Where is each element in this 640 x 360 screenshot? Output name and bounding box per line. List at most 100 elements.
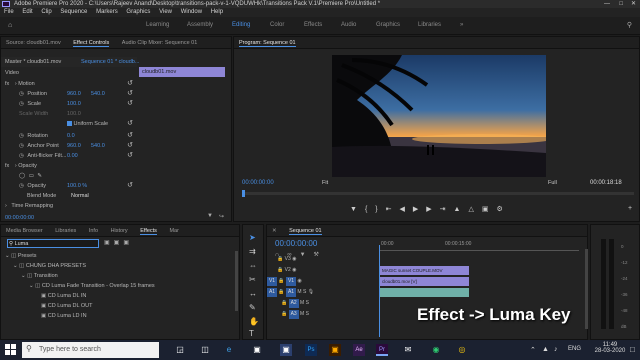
lock-icon[interactable]: 🔒 xyxy=(278,278,284,284)
photoshop-icon[interactable]: Ps xyxy=(305,344,317,356)
filter-icon[interactable]: ▼ xyxy=(207,213,213,219)
chevron-down-icon[interactable]: ⌄ xyxy=(21,273,26,279)
stopwatch-icon[interactable]: ◷ xyxy=(19,143,24,149)
add-marker-icon[interactable]: ▼ xyxy=(350,206,365,213)
menu-window[interactable]: Window xyxy=(181,9,202,15)
tab-markers[interactable]: Mar xyxy=(169,228,178,234)
add-button[interactable]: + xyxy=(628,205,632,212)
play-icon[interactable]: ▶ xyxy=(413,206,426,213)
export-icon[interactable]: ↪ xyxy=(219,213,224,220)
scale-value[interactable]: 100.0 xyxy=(67,99,81,109)
chevron-down-icon[interactable]: ⌄ xyxy=(5,253,10,259)
tree-luma-ld-in[interactable]: CD Luma LD IN xyxy=(48,313,87,319)
master-clip-label[interactable]: Master * cloudb01.mov xyxy=(5,59,61,65)
effect-controls-timecode[interactable]: 00:00:00:00 xyxy=(1,213,137,223)
menu-edit[interactable]: Edit xyxy=(22,9,32,15)
blend-mode-select[interactable]: Normal xyxy=(71,191,89,201)
eye-icon[interactable]: ◉ xyxy=(292,256,296,262)
tab-effects[interactable]: Effects xyxy=(140,228,157,235)
time-ruler[interactable] xyxy=(379,247,579,251)
tree-luma-fade[interactable]: CD Luma Fade Transition - Overlap 15 fra… xyxy=(42,283,155,289)
network-icon[interactable]: ▲ xyxy=(542,346,549,353)
workspace-learning[interactable]: Learning xyxy=(146,22,169,28)
pen-tool-icon[interactable]: ✎ xyxy=(249,303,256,312)
accelerated-effects-icon[interactable]: ▣ xyxy=(104,240,114,246)
tree-transition[interactable]: Transition xyxy=(34,273,58,279)
language-indicator[interactable]: ENG xyxy=(568,346,581,352)
tree-luma-dl-out[interactable]: CD Luma DL OUT xyxy=(48,303,93,309)
step-forward-icon[interactable]: ▶ xyxy=(426,206,439,213)
home-icon[interactable]: ⌂ xyxy=(8,22,12,29)
playhead[interactable] xyxy=(242,190,245,197)
mail-icon[interactable]: ✉ xyxy=(402,344,414,356)
resolution-select[interactable]: Full xyxy=(548,180,557,186)
rotation-value[interactable]: 0.0 xyxy=(67,131,75,141)
menu-clip[interactable]: Clip xyxy=(41,9,51,15)
stopwatch-icon[interactable]: ◷ xyxy=(19,153,24,159)
menu-markers[interactable]: Markers xyxy=(96,9,118,15)
tab-info[interactable]: Info xyxy=(89,228,98,234)
reset-icon[interactable]: ↺ xyxy=(127,131,133,141)
extract-icon[interactable]: △ xyxy=(468,206,481,213)
tree-presets[interactable]: Presets xyxy=(18,253,37,259)
opacity-value[interactable]: 100.0 % xyxy=(67,181,87,191)
track-label-v1[interactable]: V1 xyxy=(286,277,297,286)
razor-tool-icon[interactable]: ✂ xyxy=(249,275,256,284)
tab-effect-controls[interactable]: Effect Controls xyxy=(73,40,110,47)
solo-button[interactable]: S xyxy=(303,289,306,295)
maximize-button[interactable]: □ xyxy=(619,0,623,8)
clock[interactable]: 11:49 28-03-2020 xyxy=(592,342,628,354)
chevron-down-icon[interactable]: ⌄ xyxy=(13,263,18,269)
menu-help[interactable]: Help xyxy=(211,9,223,15)
settings-icon[interactable]: ⚙ xyxy=(497,206,511,213)
stopwatch-icon[interactable]: ◷ xyxy=(19,183,24,189)
menu-graphics[interactable]: Graphics xyxy=(126,9,150,15)
anchor-y-value[interactable]: 540.0 xyxy=(91,141,105,151)
workspace-libraries[interactable]: Libraries xyxy=(418,22,441,28)
hand-tool-icon[interactable]: ✋ xyxy=(249,317,259,326)
mute-button[interactable]: M xyxy=(300,300,304,306)
pen-mask-icon[interactable]: ✎ xyxy=(37,173,42,179)
chevron-down-icon[interactable]: › xyxy=(15,163,17,169)
clip-v1[interactable]: cloudb01.mov [V] xyxy=(380,277,469,286)
tray-up-icon[interactable]: ⌃ xyxy=(530,346,536,354)
lock-icon[interactable]: 🔒 xyxy=(281,311,287,317)
clip-bar[interactable]: cloudb01.mov xyxy=(139,67,225,77)
green-app-icon[interactable]: ◉ xyxy=(430,344,442,356)
taskbar-search-input[interactable]: Type here to search xyxy=(22,342,159,358)
after-effects-icon[interactable]: Ae xyxy=(353,344,365,356)
go-to-out-icon[interactable]: ⇥ xyxy=(440,206,454,213)
lock-icon[interactable]: 🔒 xyxy=(277,267,283,273)
mark-in-icon[interactable]: { xyxy=(365,206,375,213)
minimize-button[interactable]: — xyxy=(604,0,610,8)
workspace-audio[interactable]: Audio xyxy=(341,22,356,28)
camera-icon[interactable]: ▣ xyxy=(482,206,497,213)
volume-icon[interactable]: ♪ xyxy=(554,346,558,353)
chrome-icon[interactable]: ◎ xyxy=(456,344,468,356)
lift-icon[interactable]: ▲ xyxy=(454,206,469,213)
file-explorer-icon[interactable]: ◫ xyxy=(199,344,211,356)
mute-button[interactable]: M xyxy=(297,289,301,295)
go-to-in-icon[interactable]: ⇤ xyxy=(386,206,400,213)
close-button[interactable]: ✕ xyxy=(631,0,636,8)
solo-button[interactable]: S xyxy=(306,311,309,317)
tree-luma-dl-in[interactable]: CD Luma DL IN xyxy=(48,293,87,299)
tab-history[interactable]: History xyxy=(111,228,128,234)
position-x-value[interactable]: 960.0 xyxy=(67,89,81,99)
program-timecode[interactable]: 00:00:00:00 xyxy=(242,180,274,186)
workspace-more[interactable]: » xyxy=(460,22,463,28)
mute-button[interactable]: M xyxy=(300,311,304,317)
track-select-icon[interactable]: ⇉ xyxy=(249,247,256,256)
timeline-close-icon[interactable]: ✕ xyxy=(272,228,277,234)
rect-mask-icon[interactable]: ▭ xyxy=(29,173,34,179)
reset-icon[interactable]: ↺ xyxy=(127,181,133,191)
reset-icon[interactable]: ↺ xyxy=(127,141,133,151)
menu-file[interactable]: File xyxy=(4,9,14,15)
notification-icon[interactable]: □ xyxy=(630,345,635,354)
premiere-pro-icon[interactable]: Pr xyxy=(376,344,388,356)
reset-icon[interactable]: ↺ xyxy=(127,89,133,99)
stopwatch-icon[interactable]: ◷ xyxy=(19,91,24,97)
scrollbar[interactable] xyxy=(235,251,238,311)
workspace-editing[interactable]: Editing xyxy=(232,22,250,28)
stopwatch-icon[interactable]: ◷ xyxy=(19,133,24,139)
